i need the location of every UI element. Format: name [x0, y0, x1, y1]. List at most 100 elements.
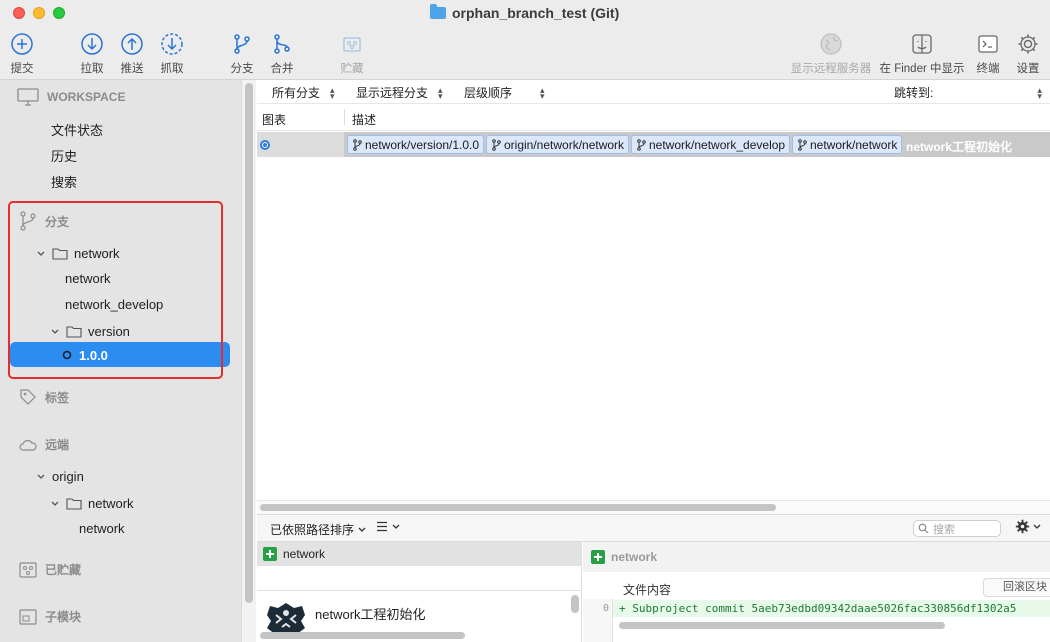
- sort-menu[interactable]: 已依照路径排序: [270, 521, 366, 538]
- close-window-button[interactable]: [13, 7, 25, 19]
- chevron-down-icon: [51, 329, 59, 334]
- pull-button[interactable]: 拉取: [70, 32, 114, 76]
- file-row[interactable]: network: [257, 542, 582, 566]
- chevron-down-icon: [37, 474, 45, 479]
- terminal-icon: [978, 35, 998, 53]
- view-mode-menu[interactable]: [376, 521, 400, 532]
- merge-button[interactable]: 合并: [260, 32, 304, 76]
- list-icon: [377, 521, 387, 532]
- branch-button[interactable]: 分支: [220, 32, 264, 76]
- jump-to-select[interactable]: 跳转到: ▴ ▾: [894, 84, 1042, 101]
- scrollbar-thumb[interactable]: [571, 595, 579, 613]
- sidebar-branch-network[interactable]: network: [65, 271, 111, 286]
- ref-badge[interactable]: network/version/1.0.0: [347, 135, 485, 154]
- branch-filter-select[interactable]: 所有分支 ▴ ▾: [272, 84, 335, 101]
- ref-badge[interactable]: origin/network/network: [486, 135, 630, 154]
- line-number: 0: [603, 603, 610, 614]
- remotes-heading[interactable]: 远端: [19, 436, 69, 453]
- push-button[interactable]: 推送: [110, 32, 154, 76]
- sidebar-item-search[interactable]: 搜索: [51, 172, 77, 191]
- remote-folder-network[interactable]: network: [50, 496, 134, 511]
- scrollbar-thumb[interactable]: [619, 622, 945, 629]
- tags-heading[interactable]: 标签: [19, 388, 69, 406]
- column-divider[interactable]: [344, 109, 345, 125]
- submodules-heading[interactable]: 子模块: [19, 608, 81, 625]
- branch-icon: [637, 138, 646, 151]
- ref-badge[interactable]: network/network: [792, 135, 903, 154]
- sidebar-scrollbar[interactable]: [241, 80, 256, 642]
- column-graph[interactable]: 图表: [262, 111, 286, 128]
- submodule-icon: [19, 608, 37, 625]
- changed-files-pane: network network工程初始化: [257, 542, 582, 642]
- remote-branch-network[interactable]: network: [79, 521, 125, 536]
- revert-hunk-button[interactable]: 回滚区块: [983, 578, 1050, 597]
- column-headers: 图表 描述: [257, 105, 1050, 131]
- chevron-down-icon: [1033, 524, 1041, 529]
- sidebar-branch-1-0-0[interactable]: 1.0.0: [10, 342, 230, 367]
- commit-list-scrollbar[interactable]: [257, 500, 1050, 514]
- branch-icon: [353, 138, 362, 151]
- branch-icon: [20, 211, 36, 231]
- remote-branch-select[interactable]: 显示远程分支 ▴ ▾: [356, 84, 443, 101]
- filter-bar: 所有分支 ▴ ▾ 显示远程分支 ▴ ▾ 层级顺序 ▴ ▾ 跳转到: ▴ ▾: [257, 80, 1050, 104]
- stash-button[interactable]: 贮藏: [330, 32, 374, 76]
- globe-icon: [820, 33, 842, 55]
- stash-icon: [343, 37, 361, 52]
- scrollbar-thumb[interactable]: [260, 632, 465, 639]
- monitor-icon: [17, 88, 39, 106]
- show-in-finder-button[interactable]: 在 Finder 中显示: [876, 32, 968, 76]
- added-file-icon: [263, 547, 277, 561]
- arrow-down-circle-icon: [81, 33, 103, 55]
- updown-chevron-icon: ▴ ▾: [1037, 84, 1042, 101]
- plus-circle-icon: [11, 33, 33, 55]
- stashes-heading[interactable]: 已贮藏: [19, 561, 81, 578]
- arrow-up-circle-icon: [121, 33, 143, 55]
- show-remote-button[interactable]: 显示远程服务器: [788, 32, 874, 76]
- folder-icon: [66, 498, 82, 510]
- chevron-down-icon: [358, 527, 366, 532]
- column-description[interactable]: 描述: [352, 111, 376, 128]
- gear-icon: [1015, 519, 1030, 534]
- zoom-window-button[interactable]: [53, 7, 65, 19]
- branches-heading[interactable]: 分支: [19, 211, 69, 231]
- diff-pane: network 文件内容 回滚区块 0 + Subproject commit …: [583, 542, 1050, 642]
- settings-button[interactable]: 设置: [1006, 32, 1050, 76]
- stash-icon: [19, 561, 37, 578]
- fetch-icon: [161, 33, 183, 55]
- sidebar-item-history[interactable]: 历史: [51, 146, 77, 165]
- tag-icon: [20, 389, 36, 405]
- minimize-window-button[interactable]: [33, 7, 45, 19]
- scrollbar-thumb[interactable]: [260, 504, 776, 511]
- commit-node-icon: [260, 140, 270, 150]
- branch-folder-network[interactable]: network: [36, 246, 120, 261]
- commit-message: network工程初始化: [906, 140, 1013, 154]
- chevron-down-icon: [51, 501, 59, 506]
- branch-icon: [798, 138, 807, 151]
- fetch-button[interactable]: 抓取: [150, 32, 194, 76]
- commit-button[interactable]: 提交: [0, 32, 44, 76]
- chevron-down-icon: [392, 524, 400, 529]
- workspace-heading: WORKSPACE: [17, 88, 125, 106]
- gear-icon: [1018, 34, 1038, 54]
- search-input[interactable]: 搜索: [913, 520, 1001, 537]
- branch-folder-version[interactable]: version: [50, 324, 130, 339]
- sidebar-item-file-status[interactable]: 文件状态: [51, 120, 103, 139]
- order-select[interactable]: 层级顺序 ▴ ▾: [464, 84, 545, 101]
- options-menu[interactable]: [1015, 519, 1041, 534]
- updown-chevron-icon: ▴ ▾: [438, 84, 443, 101]
- scrollbar-thumb[interactable]: [245, 83, 253, 603]
- diff-added-line: + Subproject commit 5aeb73edbd09342daae5…: [613, 600, 1050, 617]
- hunk-header: 文件内容 回滚区块: [613, 574, 1050, 599]
- current-branch-icon: [62, 350, 72, 360]
- added-file-icon: [591, 550, 605, 564]
- toolbar: orphan_branch_test (Git) 提交 拉取 推送 抓取 分支 …: [0, 0, 1050, 80]
- terminal-button[interactable]: 终端: [966, 32, 1010, 76]
- updown-chevron-icon: ▴ ▾: [540, 84, 545, 101]
- folder-icon: [52, 248, 68, 260]
- updown-chevron-icon: ▴ ▾: [330, 84, 335, 101]
- sidebar-branch-network-develop[interactable]: network_develop: [65, 297, 163, 312]
- remote-origin[interactable]: origin: [36, 469, 84, 484]
- cloud-icon: [19, 439, 37, 451]
- ref-badge[interactable]: network/network_develop: [631, 135, 791, 154]
- folder-icon: [430, 4, 446, 19]
